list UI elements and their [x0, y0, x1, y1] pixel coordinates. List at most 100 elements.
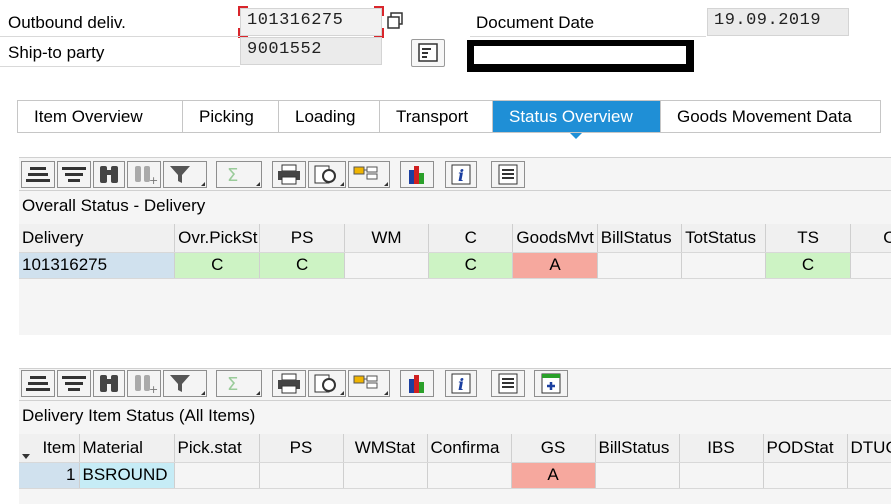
details-icon[interactable]: [21, 161, 55, 188]
column-header[interactable]: PS: [259, 434, 344, 463]
column-header[interactable]: BillStatus: [595, 434, 680, 463]
column-header[interactable]: Confirma: [427, 434, 512, 463]
column-header[interactable]: Delivery: [19, 224, 176, 253]
set-filter-icon[interactable]: [163, 161, 207, 188]
status-cell[interactable]: [427, 462, 512, 489]
svg-text:+: +: [149, 174, 158, 187]
tab-transport[interactable]: Transport: [380, 101, 493, 132]
column-header[interactable]: PODStat: [763, 434, 848, 463]
graphic-icon[interactable]: [400, 370, 434, 397]
ship-to-party-label: Ship-to party: [8, 43, 105, 62]
tab-loading[interactable]: Loading: [279, 101, 380, 132]
export-icon[interactable]: [308, 161, 346, 188]
column-header[interactable]: Ovr.PickSt: [174, 224, 261, 253]
svg-text:Σ: Σ: [227, 374, 238, 395]
find-icon[interactable]: [93, 161, 125, 188]
status-cell[interactable]: [174, 462, 260, 489]
column-header[interactable]: C: [428, 224, 514, 253]
tab-goods-movement-data[interactable]: Goods Movement Data: [661, 101, 880, 132]
status-cell[interactable]: [595, 462, 680, 489]
column-header[interactable]: Ov: [850, 224, 891, 253]
set-filter-icon[interactable]: [163, 370, 207, 397]
table-row[interactable]: 101316275 C C C A C: [19, 252, 891, 279]
redacted-name-block: [467, 40, 694, 72]
status-cell[interactable]: C: [428, 252, 514, 279]
tab-picking[interactable]: Picking: [183, 101, 279, 132]
column-header[interactable]: WM: [344, 224, 430, 253]
status-cell[interactable]: [763, 462, 848, 489]
column-header[interactable]: DTUC: [847, 434, 891, 463]
grid2-toolbar-divider: [19, 400, 891, 401]
grid1-toolbar: + Σ i: [21, 161, 531, 191]
tab-status-overview[interactable]: Status Overview: [493, 101, 661, 132]
header-divider-1: [0, 36, 240, 37]
layout-icon[interactable]: [348, 161, 390, 188]
column-header[interactable]: TotStatus: [681, 224, 767, 253]
focus-corner-tl: [238, 6, 248, 16]
sort-icon[interactable]: [57, 161, 91, 188]
document-date-field[interactable]: 19.09.2019: [707, 8, 849, 36]
status-cell[interactable]: C: [174, 252, 261, 279]
column-header[interactable]: GS: [511, 434, 596, 463]
print-icon[interactable]: [272, 370, 306, 397]
column-header[interactable]: WMStat: [343, 434, 428, 463]
column-header[interactable]: GoodsMvt: [512, 224, 598, 253]
ship-to-party-field[interactable]: 9001552: [240, 37, 382, 65]
grid1-toolbar-divider: [19, 190, 891, 191]
print-icon[interactable]: [272, 161, 306, 188]
info-icon[interactable]: i: [445, 161, 477, 188]
status-cell[interactable]: C: [765, 252, 851, 279]
column-header[interactable]: PS: [259, 224, 345, 253]
sort-icon[interactable]: [57, 370, 91, 397]
grid2-title: Delivery Item Status (All Items): [22, 406, 256, 425]
graphic-icon[interactable]: [400, 161, 434, 188]
status-cell[interactable]: [847, 462, 891, 489]
status-cell[interactable]: [679, 462, 764, 489]
column-header[interactable]: Item: [19, 434, 80, 463]
table-row[interactable]: 1 BSROUND A: [19, 462, 891, 489]
details-icon[interactable]: [21, 370, 55, 397]
sum-icon[interactable]: Σ: [216, 161, 262, 188]
status-cell[interactable]: [850, 252, 891, 279]
status-cell[interactable]: [343, 462, 428, 489]
sort-descending-icon: [22, 453, 30, 459]
status-cell[interactable]: [344, 252, 430, 279]
tab-strip: Item Overview Picking Loading Transport …: [17, 100, 881, 133]
status-cell[interactable]: [259, 462, 344, 489]
item-status-table: Item Material Pick.stat PS WMStat Confir…: [19, 434, 891, 489]
column-header[interactable]: Pick.stat: [174, 434, 260, 463]
status-cell[interactable]: [597, 252, 683, 279]
header-divider-3: [470, 36, 706, 37]
create-icon[interactable]: [534, 370, 568, 397]
delivery-cell[interactable]: 101316275: [19, 252, 176, 279]
tab-item-overview[interactable]: Item Overview: [18, 101, 183, 132]
find-next-icon[interactable]: +: [127, 161, 161, 188]
export-icon[interactable]: [308, 370, 346, 397]
active-tab-pointer: [570, 133, 582, 139]
status-cell[interactable]: A: [511, 462, 596, 489]
column-header[interactable]: Material: [79, 434, 175, 463]
status-cell[interactable]: A: [512, 252, 598, 279]
info-icon[interactable]: i: [445, 370, 477, 397]
layout-icon[interactable]: [348, 370, 390, 397]
report-icon[interactable]: [491, 370, 525, 397]
find-icon[interactable]: [93, 370, 125, 397]
report-icon[interactable]: [491, 161, 525, 188]
column-header[interactable]: IBS: [679, 434, 764, 463]
focus-corner-tr: [374, 6, 384, 16]
column-header-label: Item: [42, 437, 76, 457]
address-details-button[interactable]: [411, 39, 445, 67]
grid1-title: Overall Status - Delivery: [22, 196, 206, 215]
find-next-icon[interactable]: +: [127, 370, 161, 397]
document-date-label: Document Date: [476, 13, 595, 32]
column-header[interactable]: BillStatus: [597, 224, 683, 253]
item-number-cell[interactable]: 1: [19, 462, 80, 489]
column-header[interactable]: TS: [765, 224, 851, 253]
svg-text:+: +: [149, 383, 158, 396]
status-cell[interactable]: C: [259, 252, 345, 279]
status-cell[interactable]: [681, 252, 767, 279]
sum-icon[interactable]: Σ: [216, 370, 262, 397]
outbound-delivery-field[interactable]: 101316275: [240, 8, 382, 36]
material-cell[interactable]: BSROUND: [79, 462, 175, 489]
copy-window-icon[interactable]: [386, 11, 406, 31]
